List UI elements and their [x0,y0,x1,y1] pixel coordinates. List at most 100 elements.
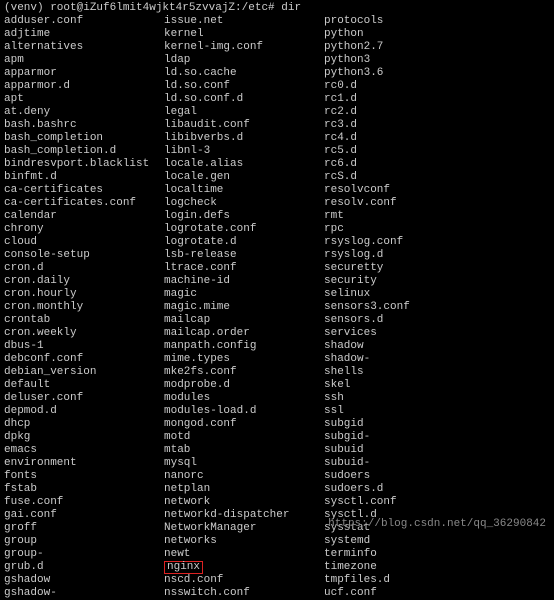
file-entry: systemd [324,535,484,548]
file-entry: console-setup [4,249,164,262]
file-entry: adjtime [4,28,164,41]
file-entry: magic [164,288,324,301]
file-entry: mongod.conf [164,418,324,431]
file-entry: rcS.d [324,171,484,184]
file-entry: rpc [324,223,484,236]
file-entry: subgid- [324,431,484,444]
file-entry: issue.net [164,15,324,28]
file-entry: cron.hourly [4,288,164,301]
file-entry: debian_version [4,366,164,379]
file-entry: rc3.d [324,119,484,132]
terminal-prompt: (venv) root@iZuf6lmit4wjkt4r5zvvajZ:/etc… [4,2,550,15]
file-entry: rc6.d [324,158,484,171]
file-entry: login.defs [164,210,324,223]
file-entry: resolv.conf [324,197,484,210]
file-entry: sudoers [324,470,484,483]
file-entry: sensors.d [324,314,484,327]
file-entry: security [324,275,484,288]
file-entry: mailcap.order [164,327,324,340]
file-entry: python3 [324,54,484,67]
file-entry: shadow [324,340,484,353]
file-entry: libaudit.conf [164,119,324,132]
file-entry: ssl [324,405,484,418]
file-entry: ldap [164,54,324,67]
file-entry: dbus-1 [4,340,164,353]
file-entry: terminfo [324,548,484,561]
file-entry: apparmor [4,67,164,80]
file-entry: gshadow [4,574,164,587]
file-entry: NetworkManager [164,522,324,535]
file-entry: fstab [4,483,164,496]
file-entry: rc4.d [324,132,484,145]
file-entry: cron.daily [4,275,164,288]
file-entry: lsb-release [164,249,324,262]
file-entry: cron.d [4,262,164,275]
file-entry: logrotate.conf [164,223,324,236]
file-entry: logcheck [164,197,324,210]
file-entry: locale.gen [164,171,324,184]
file-entry: fuse.conf [4,496,164,509]
file-entry: sensors3.conf [324,301,484,314]
file-entry: subuid- [324,457,484,470]
file-entry: nanorc [164,470,324,483]
file-entry: ca-certificates.conf [4,197,164,210]
file-entry: emacs [4,444,164,457]
file-entry: netplan [164,483,324,496]
file-entry: timezone [324,561,484,574]
file-entry: bash_completion [4,132,164,145]
file-entry: bash.bashrc [4,119,164,132]
file-entry: ca-certificates [4,184,164,197]
file-entry: sysctl.conf [324,496,484,509]
file-entry: mke2fs.conf [164,366,324,379]
file-entry: python3.6 [324,67,484,80]
file-entry: at.deny [4,106,164,119]
file-entry: rc5.d [324,145,484,158]
file-entry: environment [4,457,164,470]
file-entry: gai.conf [4,509,164,522]
file-entry: sysctl.d [324,509,484,522]
file-entry: rmt [324,210,484,223]
file-entry: calendar [4,210,164,223]
file-entry: logrotate.d [164,236,324,249]
file-entry: fonts [4,470,164,483]
file-entry: sudoers.d [324,483,484,496]
file-entry: bash_completion.d [4,145,164,158]
file-entry: cloud [4,236,164,249]
file-entry: localtime [164,184,324,197]
file-entry: tmpfiles.d [324,574,484,587]
file-entry: bindresvport.blacklist [4,158,164,171]
file-entry: apt [4,93,164,106]
file-entry: cron.weekly [4,327,164,340]
file-entry: alternatives [4,41,164,54]
file-entry: groff [4,522,164,535]
file-entry: selinux [324,288,484,301]
file-entry: ld.so.cache [164,67,324,80]
file-entry: group [4,535,164,548]
file-entry: protocols [324,15,484,28]
file-entry: apparmor.d [4,80,164,93]
file-entry: mtab [164,444,324,457]
file-entry: rc0.d [324,80,484,93]
command-text: dir [281,2,301,14]
file-entry: default [4,379,164,392]
listing-column-3: protocolspythonpython2.7python3python3.6… [324,15,484,600]
file-entry: shadow- [324,353,484,366]
file-entry: mysql [164,457,324,470]
prompt-prefix: (venv) root@iZuf6lmit4wjkt4r5zvvajZ:/etc… [4,2,281,14]
file-entry: motd [164,431,324,444]
file-entry: manpath.config [164,340,324,353]
file-entry: mailcap [164,314,324,327]
file-entry: modules [164,392,324,405]
highlighted-entry: nginx [164,561,203,574]
file-entry: legal [164,106,324,119]
file-entry: libibverbs.d [164,132,324,145]
file-entry: kernel-img.conf [164,41,324,54]
file-entry: debconf.conf [4,353,164,366]
file-entry: binfmt.d [4,171,164,184]
file-entry: ucf.conf [324,587,484,600]
file-entry: ld.so.conf.d [164,93,324,106]
file-entry: rc2.d [324,106,484,119]
file-entry: cron.monthly [4,301,164,314]
file-entry: crontab [4,314,164,327]
file-entry: depmod.d [4,405,164,418]
